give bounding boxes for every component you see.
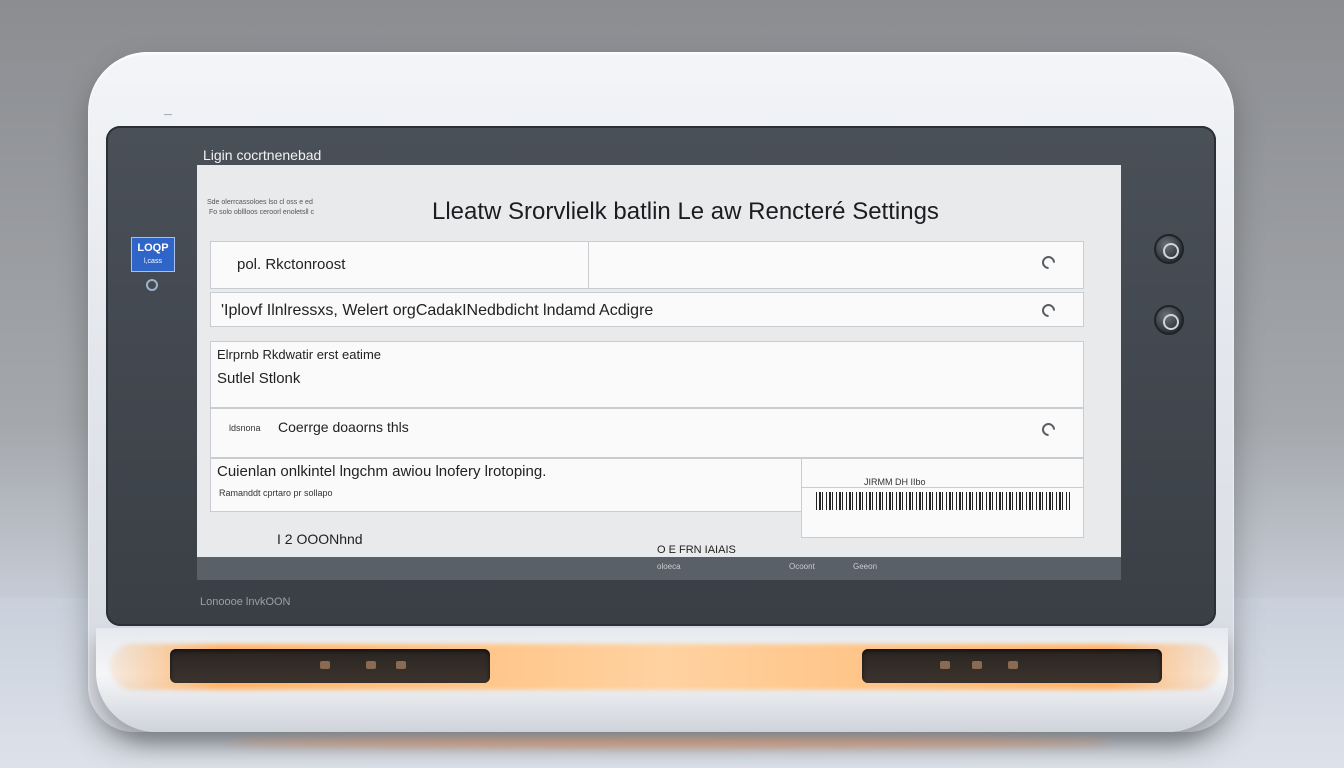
footer-item-2[interactable]: Ocoont (789, 562, 815, 571)
device-top-label: — (164, 110, 173, 119)
radio-icon[interactable] (1039, 253, 1058, 272)
settings-row-2[interactable]: 'Iplovf Ilnlressxs, Welert orgCadakINedb… (210, 292, 1084, 327)
foot-shadow (230, 738, 1110, 748)
gear-icon[interactable] (146, 279, 158, 291)
screen-caption: Ligin cocrtnenebad (203, 147, 322, 163)
settings-row-4-prefix: ldsnona (229, 423, 261, 433)
settings-row-3-label: Elrprnb Rkdwatir erst eatime (217, 347, 381, 362)
bezel-bottom-label: Lonoooe lnvkOON (200, 596, 291, 608)
settings-row-4[interactable]: ldsnona Coerrge doaorns thls (210, 408, 1084, 458)
panel-footer: oloeca Ocoont Geeon (197, 557, 1121, 580)
settings-row-5-sub: Ramanddt cprtaro pr sollapo (219, 488, 333, 498)
brand-logo-sub: l,cass (144, 258, 162, 265)
vent-left (170, 649, 490, 683)
knob-icon-bottom[interactable] (1154, 305, 1184, 335)
barcode-divider (802, 487, 1083, 488)
footer-item-1[interactable]: oloeca (657, 562, 681, 571)
panel-header-mini-line-1: Sde olerrcassoloes lso cl oss e ed (207, 199, 313, 206)
knob-icon-top[interactable] (1154, 234, 1184, 264)
settings-row-5[interactable]: Cuienlan onlkintel lngchm awiou lnofery … (210, 458, 802, 512)
page-title: Lleatw Srorvlielk batlin Le aw Rencteré … (432, 198, 939, 225)
radio-icon[interactable] (1039, 301, 1058, 320)
settings-row-5-label: Cuienlan onlkintel lngchm awiou lnofery … (217, 463, 547, 480)
row-divider (588, 242, 589, 288)
barcode-panel: JIRMM DH IIbo (801, 458, 1084, 538)
panel-header-mini-line-2: Fo solo obllloos ceroorl enoletsll c (209, 209, 315, 216)
radio-icon[interactable] (1039, 420, 1058, 439)
footer-item-3[interactable]: Geeon (853, 562, 877, 571)
barcode-label: JIRMM DH IIbo (864, 477, 926, 487)
brand-logo-text: LOQP (137, 242, 169, 254)
vent-right (862, 649, 1162, 683)
brand-logo: LOQP l,cass (131, 237, 175, 272)
status-readout: O E FRN IAIAIS (657, 544, 736, 556)
settings-row-4-label: Coerrge doaorns thls (278, 419, 409, 435)
settings-row-2-label: 'Iplovf Ilnlressxs, Welert orgCadakINedb… (221, 302, 654, 319)
settings-row-1[interactable]: pol. Rkctonroost (210, 241, 1084, 289)
panel-header-mini: Sde olerrcassoloes lso cl oss e ed Fo so… (207, 198, 314, 218)
settings-row-3[interactable]: Elrprnb Rkdwatir erst eatime Sutlel Stlo… (210, 341, 1084, 408)
settings-row-1-label: pol. Rkctonroost (237, 256, 346, 273)
value-readout: I 2 OOONhnd (277, 531, 363, 547)
settings-row-3-sub: Sutlel Stlonk (217, 370, 301, 387)
barcode-icon (816, 492, 1070, 510)
